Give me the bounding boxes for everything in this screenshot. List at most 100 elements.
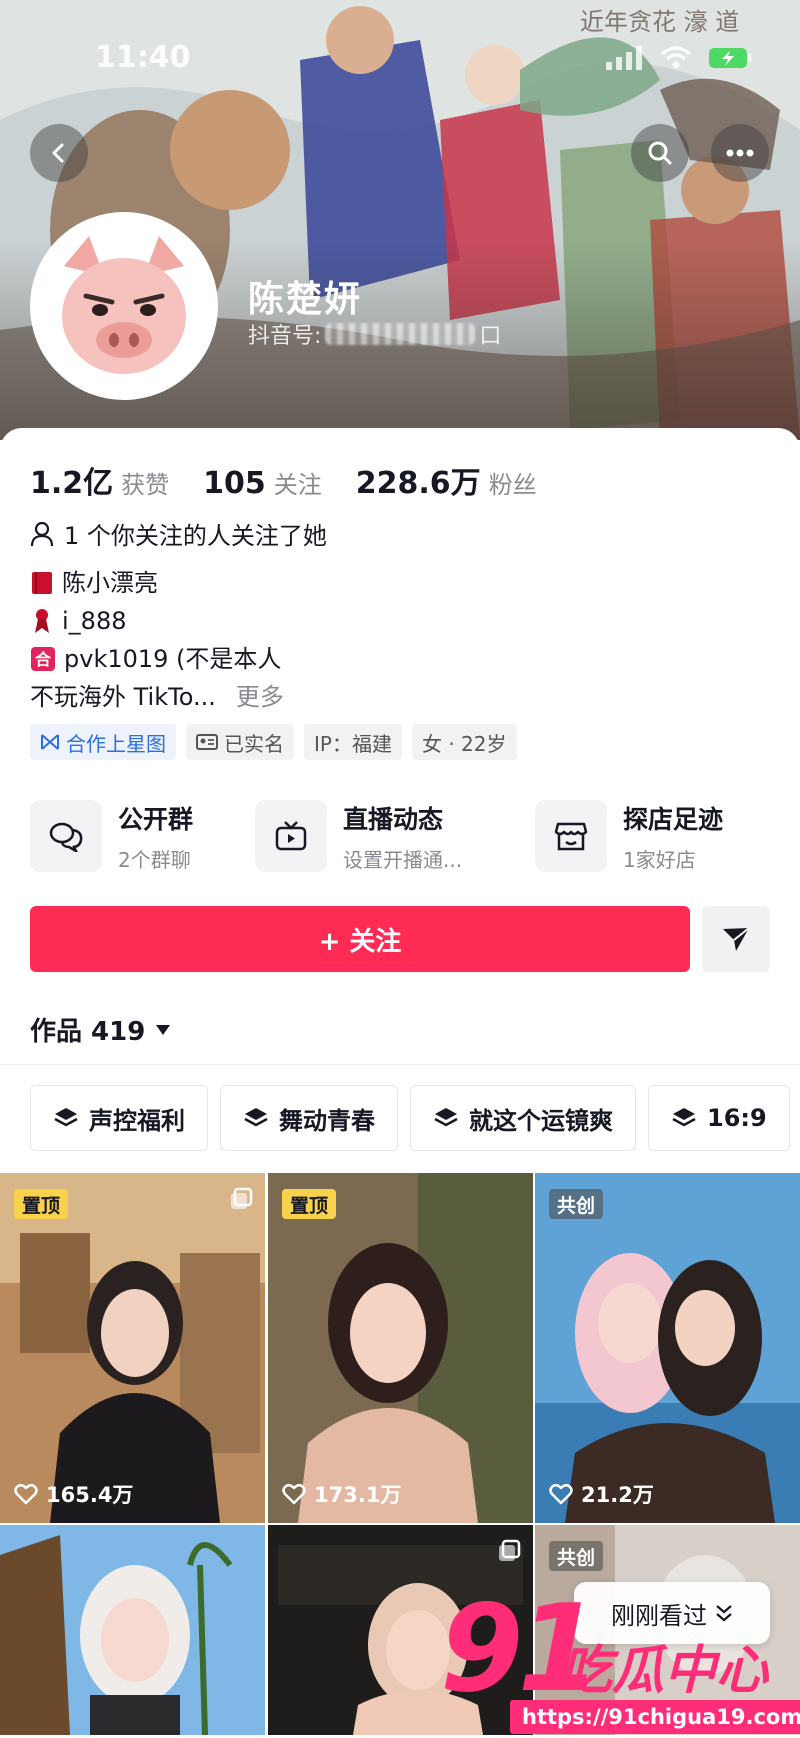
video-likes: 173.1万 [282, 1479, 401, 1509]
wifi-icon [660, 46, 692, 74]
video-thumbnail[interactable]: 共创 21.2万 [535, 1173, 800, 1523]
tag-cooperation-label: 合作上星图 [66, 731, 166, 756]
share-button[interactable] [702, 906, 770, 972]
service-public-group[interactable]: 公开群 2个群聊 [30, 796, 193, 876]
pinned-badge: 置顶 [14, 1189, 69, 1219]
bio[interactable]: 陈小漂亮 i_888 合 pvk1019 (不是本人 不玩海外 TikTo...… [30, 564, 284, 716]
bio-line-2: i_888 [62, 607, 127, 635]
collab-badge: 共创 [549, 1541, 604, 1571]
back-button[interactable] [30, 124, 88, 182]
more-dots-icon [726, 149, 754, 157]
heart-icon [14, 1484, 38, 1505]
pinned-badge: 置顶 [282, 1189, 337, 1219]
search-button[interactable] [631, 124, 689, 182]
tag-row: 合作上星图 已实名 IP：福建 女 · 22岁 [30, 724, 517, 760]
store-icon [554, 822, 588, 851]
video-thumbnail[interactable]: 置顶 173.1万 [268, 1173, 533, 1523]
service-shop-visits-subtitle: 1家好店 [623, 847, 696, 872]
stat-following-label: 关注 [273, 471, 322, 499]
watermark-logo-text: 吃瓜中心 [560, 1641, 769, 1701]
battery-icon [708, 46, 752, 74]
service-shop-visits[interactable]: 探店足迹 1家好店 [535, 796, 723, 876]
tag-gender-age-label: 女 · 22岁 [421, 731, 507, 756]
star-map-icon [41, 734, 59, 750]
site-watermark: 91 吃瓜中心 https://91chigua19.com [440, 1590, 800, 1738]
stat-likes-label: 获赞 [121, 471, 170, 499]
svg-text:近年贪花 濠 道: 近年贪花 濠 道 [580, 8, 739, 36]
follow-button[interactable]: + 关注 [30, 906, 690, 972]
watermark-url: https://91chigua19.com [510, 1700, 800, 1734]
search-icon [648, 141, 672, 165]
stats-row: 1.2亿 获赞 105 关注 228.6万 粉丝 [30, 458, 537, 502]
collections-row: 声控福利 舞动青春 就这个运镜爽 16:9 [30, 1085, 790, 1151]
stat-following[interactable]: 105 关注 [203, 465, 322, 501]
tag-ip-label: IP：福建 [314, 731, 392, 756]
collection-chip[interactable]: 就这个运镜爽 [410, 1085, 636, 1151]
stat-likes[interactable]: 1.2亿 获赞 [30, 458, 169, 502]
bio-line-3: pvk1019 (不是本人 [64, 645, 282, 673]
tag-cooperation[interactable]: 合作上星图 [30, 724, 176, 760]
collection-chip[interactable]: 16:9 [648, 1085, 790, 1151]
status-time: 11:40 [95, 40, 191, 75]
douyin-id-label: 抖音号: [248, 324, 322, 349]
stat-followers-label: 粉丝 [488, 471, 537, 499]
services-row: 公开群 2个群聊 直播动态 设置开播通... 探店足迹 1家好店 [30, 796, 770, 876]
signal-icon [606, 46, 644, 74]
red-ribbon-icon [35, 609, 49, 633]
collection-chip[interactable]: 舞动青春 [220, 1085, 398, 1151]
mutual-follow[interactable]: 1 个你关注的人关注了她 [30, 516, 327, 551]
video-likes-count: 173.1万 [314, 1483, 402, 1507]
profile-nickname: 陈楚妍 [248, 279, 363, 320]
video-likes: 21.2万 [549, 1479, 654, 1509]
service-live-updates-title: 直播动态 [343, 804, 444, 834]
service-live-updates[interactable]: 直播动态 设置开播通... [255, 796, 462, 876]
tv-icon [275, 821, 307, 851]
bio-line-4: 不玩海外 TikTo... [30, 683, 216, 711]
red-book-icon [32, 572, 52, 594]
divider [0, 1064, 800, 1065]
bio-more-link[interactable]: 更多 [236, 678, 284, 716]
video-likes-count: 21.2万 [581, 1483, 654, 1507]
video-likes-count: 165.4万 [46, 1483, 134, 1507]
chat-bubbles-icon [49, 822, 83, 852]
heart-icon [549, 1484, 573, 1505]
tag-gender-age: 女 · 22岁 [411, 724, 517, 760]
caret-down-icon [156, 1024, 171, 1035]
stat-followers[interactable]: 228.6万 粉丝 [356, 458, 537, 502]
person-icon [30, 521, 54, 546]
tag-ip: IP：福建 [304, 724, 402, 760]
id-card-icon [196, 734, 218, 750]
stat-likes-value: 1.2亿 [30, 466, 114, 501]
video-thumbnail[interactable]: 置顶 165.4万 [0, 1173, 265, 1523]
send-icon [723, 927, 750, 951]
douyin-id[interactable]: 抖音号: 口 [248, 318, 501, 350]
works-tab[interactable]: 作品 419 [30, 1011, 171, 1048]
heart-icon [282, 1484, 306, 1505]
video-cover-image [535, 1173, 800, 1523]
bio-line-1: 陈小漂亮 [62, 569, 158, 597]
pig-avatar-icon [34, 216, 214, 396]
layers-icon [672, 1108, 696, 1127]
layers-icon [54, 1108, 78, 1127]
video-likes: 165.4万 [14, 1479, 133, 1509]
stat-followers-value: 228.6万 [355, 466, 481, 501]
collection-chip-label: 16:9 [707, 1104, 767, 1132]
svg-text:合: 合 [35, 650, 52, 669]
avatar[interactable] [30, 212, 218, 400]
more-button[interactable] [711, 124, 769, 182]
collection-chip[interactable]: 声控福利 [30, 1085, 208, 1151]
tag-verified: 已实名 [186, 724, 294, 760]
video-cover-image [0, 1525, 265, 1735]
video-thumbnail[interactable] [0, 1525, 265, 1735]
multi-image-icon [497, 1539, 521, 1567]
service-live-updates-subtitle: 设置开播通... [343, 847, 463, 872]
collection-chip-label: 声控福利 [89, 1106, 185, 1135]
he-badge-icon: 合 [31, 647, 55, 671]
douyin-id-tail: 口 [479, 324, 502, 349]
video-cover-image [268, 1173, 533, 1523]
chevron-left-icon [52, 143, 64, 163]
layers-icon [244, 1108, 268, 1127]
layers-icon [434, 1108, 458, 1127]
collection-chip-label: 就这个运镜爽 [469, 1106, 613, 1135]
service-shop-visits-title: 探店足迹 [623, 804, 724, 834]
